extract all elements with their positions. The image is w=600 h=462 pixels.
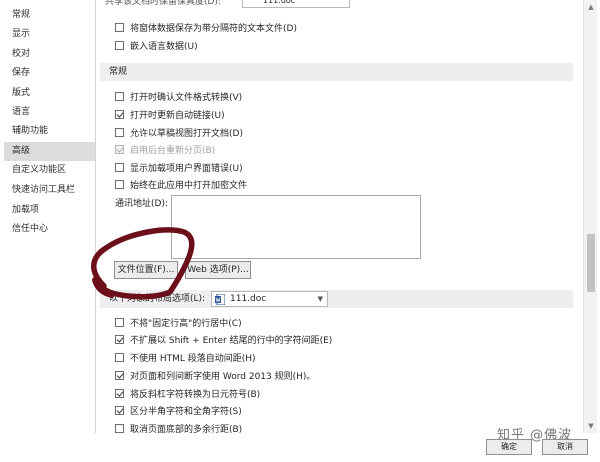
addin-ui-errors-option[interactable]: 显示加载项用户界面错误(U) [115,159,243,175]
option-label: 显示加载项用户界面错误(U) [130,163,243,174]
checkbox[interactable] [115,179,124,189]
annotation-circle [91,227,195,300]
general-section-header: 常规 [100,63,573,81]
cancel-button[interactable]: 取消 [542,439,588,455]
option-label: 区分半角字符和全角字符(S) [130,406,242,417]
no-html-spacing-option[interactable]: 不使用 HTML 段落自动间距(H) [115,349,256,365]
confirm-format-conversion-option[interactable]: 打开时确认文件格式转换(V) [115,88,242,104]
sidebar-item-language[interactable]: 语言 [4,103,95,122]
sidebar-item-proofing[interactable]: 校对 [4,45,95,64]
checkbox[interactable] [115,317,124,327]
update-links-option[interactable]: 打开时更新自动链接(U) [115,106,225,122]
sidebar-item-save[interactable]: 保存 [4,64,95,83]
options-sidebar: 常规 显示 校对 保存 版式 语言 辅助功能 高级 自定义功能区 快速访问工具栏… [4,0,96,433]
sidebar-item-quick-access[interactable]: 快速访问工具栏 [4,181,95,200]
checkbox[interactable] [115,109,124,119]
checkbox [115,144,124,154]
sidebar-item-display[interactable]: 显示 [4,25,95,44]
checkbox[interactable] [115,127,124,137]
checkbox[interactable] [115,162,124,172]
option-label: 不扩展以 Shift + Enter 结尾的行中的字符间距(E) [130,335,333,346]
chevron-down-icon: ▼ [317,295,323,303]
options-content: 共享该文档时保留保真度(D): 111.doc 将窗体数据保存为带分隔符的文本文… [97,0,583,433]
option-label: 不使用 HTML 段落自动间距(H) [130,353,256,364]
sidebar-item-layout[interactable]: 版式 [4,84,95,103]
ok-button[interactable]: 确定 [486,439,532,455]
no-expand-shift-enter-option[interactable]: 不扩展以 Shift + Enter 结尾的行中的字符间距(E) [115,331,332,347]
sidebar-item-accessibility[interactable]: 辅助功能 [4,122,95,141]
embed-language-option[interactable]: 嵌入语言数据(U) [115,37,198,53]
layout-doc-value: 111.doc [230,294,267,304]
sidebar-item-addins[interactable]: 加载项 [4,201,95,220]
option-label: 将反斜杠字符转换为日元符号(B) [130,389,261,400]
sidebar-item-trust-center[interactable]: 信任中心 [4,220,95,239]
background-repagination-option: 启用后台重新分页(B) [115,141,215,157]
option-label: 对页面和列间断字使用 Word 2013 规则(H)。 [130,371,316,382]
checkbox[interactable] [115,334,124,344]
vertical-scrollbar[interactable]: ▲ ▼ [583,0,597,433]
scroll-down-icon[interactable]: ▼ [586,421,596,431]
mailing-address-label: 通讯地址(D): [115,199,168,209]
option-label: 将窗体数据保存为带分隔符的文本文件(D) [130,23,297,34]
fidelity-label: 共享该文档时保留保真度(D): [105,0,221,7]
fidelity-doc-select[interactable]: 111.doc [242,0,350,8]
checkbox[interactable] [115,405,124,415]
scroll-up-icon[interactable]: ▲ [586,2,596,12]
suppress-extra-spacing-option[interactable]: 取消页面底部的多余行距(B) [115,420,242,433]
half-full-width-option[interactable]: 区分半角字符和全角字符(S) [115,402,242,418]
sidebar-item-advanced[interactable]: 高级 [4,141,95,162]
save-form-data-option[interactable]: 将窗体数据保存为带分隔符的文本文件(D) [115,19,297,35]
option-label: 取消页面底部的多余行距(B) [130,424,243,434]
draft-view-option[interactable]: 允许以草稿视图打开文档(D) [115,124,243,140]
checkbox[interactable] [115,370,124,380]
checkbox[interactable] [115,352,124,362]
option-label: 打开时更新自动链接(U) [130,110,225,121]
option-label: 允许以草稿视图打开文档(D) [130,128,243,139]
checkbox[interactable] [115,423,124,433]
checkbox[interactable] [115,91,124,101]
option-label: 不将"固定行高"的行居中(C) [130,318,242,329]
sidebar-item-general[interactable]: 常规 [4,6,95,25]
checkbox[interactable] [115,388,124,398]
checkbox[interactable] [115,22,124,32]
option-label: 始终在此应用中打开加密文件 [130,180,248,191]
option-label: 嵌入语言数据(U) [130,41,198,52]
option-label: 启用后台重新分页(B) [130,145,216,156]
option-label: 打开时确认文件格式转换(V) [130,92,243,103]
scroll-thumb[interactable] [587,234,595,292]
no-center-fixed-height-option[interactable]: 不将"固定行高"的行居中(C) [115,314,242,330]
word-doc-icon [215,293,226,305]
word2013-hyphenation-option[interactable]: 对页面和列间断字使用 Word 2013 规则(H)。 [115,367,315,383]
mailing-address-input[interactable] [171,195,421,259]
backslash-to-yen-option[interactable]: 将反斜杠字符转换为日元符号(B) [115,385,260,401]
checkbox[interactable] [115,40,124,50]
layout-doc-select[interactable]: 111.doc ▼ [211,291,328,307]
sidebar-item-customize-ribbon[interactable]: 自定义功能区 [4,161,95,180]
open-encrypted-option[interactable]: 始终在此应用中打开加密文件 [115,176,247,192]
